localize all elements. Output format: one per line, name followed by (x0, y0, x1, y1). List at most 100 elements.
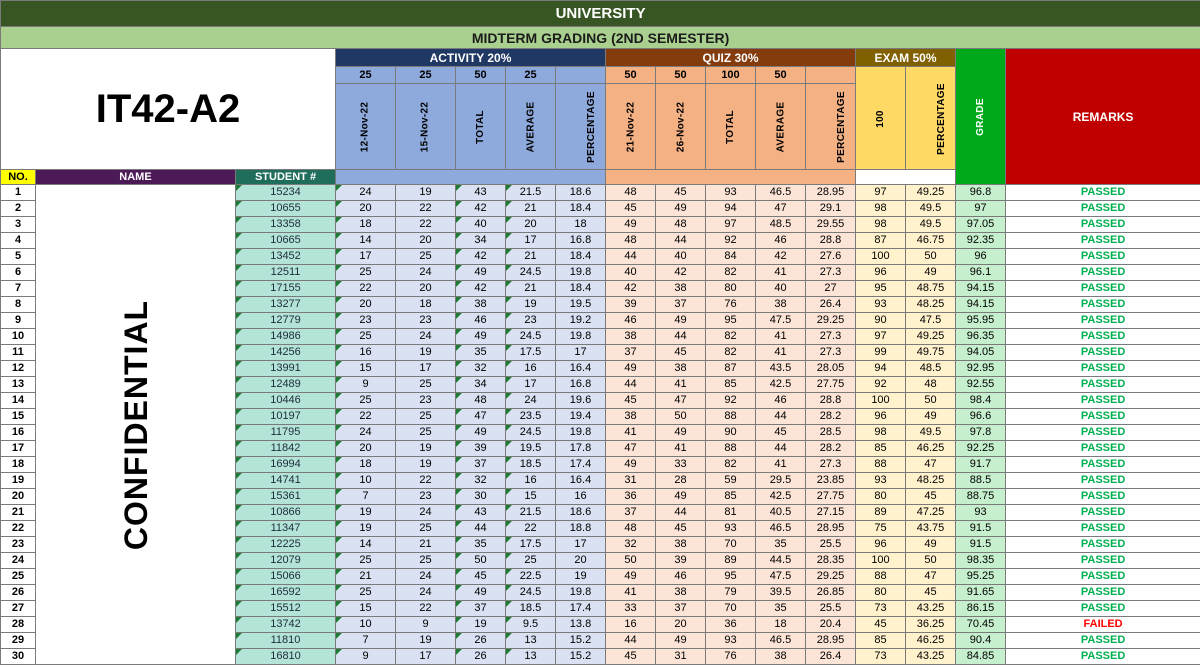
cell-grade[interactable]: 97.8 (955, 424, 1006, 441)
cell-quiz2[interactable]: 42 (655, 264, 706, 281)
cell-quiz-average[interactable]: 35 (755, 600, 806, 617)
quiz2-date-header[interactable]: 26-Nov-22 (655, 83, 706, 170)
cell-quiz-average[interactable]: 46 (755, 392, 806, 409)
cell-quiz-average[interactable]: 46 (755, 232, 806, 249)
cell-quiz1[interactable]: 36 (605, 488, 656, 505)
cell-quiz-percentage[interactable]: 28.95 (805, 632, 856, 649)
cell-exam-score[interactable]: 96 (855, 264, 906, 281)
cell-act1[interactable]: 20 (335, 296, 396, 313)
cell-quiz1[interactable]: 38 (605, 408, 656, 425)
cell-act1[interactable]: 23 (335, 312, 396, 329)
cell-exam-score[interactable]: 93 (855, 472, 906, 489)
cell-grade[interactable]: 95.95 (955, 312, 1006, 329)
cell-grade[interactable]: 98.35 (955, 552, 1006, 569)
cell-quiz-total[interactable]: 80 (705, 280, 756, 297)
cell-no[interactable]: 19 (0, 472, 36, 489)
cell-act1[interactable]: 19 (335, 520, 396, 537)
cell-quiz-percentage[interactable]: 27.3 (805, 264, 856, 281)
cell-quiz-average[interactable]: 41 (755, 264, 806, 281)
cell-quiz-average[interactable]: 42.5 (755, 376, 806, 393)
cell-student-number[interactable]: 10665 (235, 232, 336, 249)
cell-no[interactable]: 5 (0, 248, 36, 265)
cell-student-number[interactable]: 11842 (235, 440, 336, 457)
cell-no[interactable]: 30 (0, 648, 36, 665)
cell-no[interactable]: 1 (0, 184, 36, 201)
cell-act1[interactable]: 18 (335, 216, 396, 233)
cell-act-percentage[interactable]: 19.2 (555, 312, 606, 329)
cell-act-percentage[interactable]: 18.6 (555, 184, 606, 201)
cell-act-average[interactable]: 25 (505, 552, 556, 569)
remarks-header[interactable]: REMARKS (1004, 48, 1200, 185)
cell-remarks[interactable]: PASSED (1004, 344, 1200, 361)
quiz-average-header[interactable]: AVERAGE (755, 83, 806, 170)
cell-no[interactable]: 17 (0, 440, 36, 457)
cell-no[interactable]: 13 (0, 376, 36, 393)
points-quiz2[interactable]: 50 (655, 66, 706, 84)
cell-exam-score[interactable]: 96 (855, 536, 906, 553)
cell-remarks[interactable]: PASSED (1004, 456, 1200, 473)
cell-exam-percentage[interactable]: 49.75 (905, 344, 956, 361)
cell-act-average[interactable]: 24 (505, 392, 556, 409)
cell-quiz-total[interactable]: 88 (705, 408, 756, 425)
cell-no[interactable]: 4 (0, 232, 36, 249)
cell-act-total[interactable]: 40 (455, 216, 506, 233)
cell-quiz-percentage[interactable]: 26.4 (805, 648, 856, 665)
cell-act1[interactable]: 14 (335, 232, 396, 249)
cell-act-percentage[interactable]: 17 (555, 536, 606, 553)
cell-no[interactable]: 28 (0, 616, 36, 633)
cell-act-total[interactable]: 32 (455, 360, 506, 377)
cell-remarks[interactable]: PASSED (1004, 472, 1200, 489)
cell-act-percentage[interactable]: 19.6 (555, 392, 606, 409)
cell-quiz-total[interactable]: 88 (705, 440, 756, 457)
cell-quiz2[interactable]: 47 (655, 392, 706, 409)
cell-grade[interactable]: 94.15 (955, 280, 1006, 297)
cell-quiz2[interactable]: 49 (655, 488, 706, 505)
points-act1[interactable]: 25 (335, 66, 396, 84)
cell-act1[interactable]: 7 (335, 632, 396, 649)
cell-exam-percentage[interactable]: 36.25 (905, 616, 956, 633)
cell-act-average[interactable]: 24.5 (505, 264, 556, 281)
cell-quiz-percentage[interactable]: 27.75 (805, 376, 856, 393)
cell-quiz1[interactable]: 42 (605, 280, 656, 297)
cell-quiz1[interactable]: 49 (605, 216, 656, 233)
cell-act2[interactable]: 22 (395, 216, 456, 233)
cell-quiz2[interactable]: 38 (655, 280, 706, 297)
exam-percentage-header[interactable]: PERCENTAGE (905, 66, 956, 170)
cell-act-average[interactable]: 17.5 (505, 344, 556, 361)
cell-exam-percentage[interactable]: 47.25 (905, 504, 956, 521)
cell-exam-percentage[interactable]: 49.5 (905, 216, 956, 233)
cell-grade[interactable]: 92.55 (955, 376, 1006, 393)
cell-act2[interactable]: 19 (395, 184, 456, 201)
cell-grade[interactable]: 96.6 (955, 408, 1006, 425)
cell-quiz-total[interactable]: 93 (705, 632, 756, 649)
cell-student-number[interactable]: 17155 (235, 280, 336, 297)
quiz-total-header[interactable]: TOTAL (705, 83, 756, 170)
cell-act1[interactable]: 24 (335, 184, 396, 201)
cell-act-percentage[interactable]: 16.4 (555, 360, 606, 377)
cell-exam-score[interactable]: 89 (855, 504, 906, 521)
cell-exam-percentage[interactable]: 43.75 (905, 520, 956, 537)
cell-quiz-average[interactable]: 42 (755, 248, 806, 265)
cell-student-number[interactable]: 15512 (235, 600, 336, 617)
cell-student-number[interactable]: 12225 (235, 536, 336, 553)
cell-act-percentage[interactable]: 15.2 (555, 648, 606, 665)
cell-act-average[interactable]: 20 (505, 216, 556, 233)
cell-quiz-average[interactable]: 46.5 (755, 184, 806, 201)
cell-quiz-percentage[interactable]: 27 (805, 280, 856, 297)
cell-act1[interactable]: 20 (335, 440, 396, 457)
cell-quiz1[interactable]: 41 (605, 584, 656, 601)
cell-student-number[interactable]: 12779 (235, 312, 336, 329)
cell-act-total[interactable]: 37 (455, 456, 506, 473)
cell-quiz-total[interactable]: 70 (705, 536, 756, 553)
cell-quiz-average[interactable]: 40 (755, 280, 806, 297)
university-title[interactable]: UNIVERSITY (0, 0, 1200, 27)
cell-act-percentage[interactable]: 19.8 (555, 584, 606, 601)
cell-act1[interactable]: 24 (335, 424, 396, 441)
cell-quiz1[interactable]: 44 (605, 248, 656, 265)
cell-quiz2[interactable]: 40 (655, 248, 706, 265)
cell-act2[interactable]: 19 (395, 632, 456, 649)
cell-quiz1[interactable]: 45 (605, 648, 656, 665)
cell-act-total[interactable]: 49 (455, 584, 506, 601)
cell-act1[interactable]: 10 (335, 472, 396, 489)
cell-act1[interactable]: 25 (335, 328, 396, 345)
